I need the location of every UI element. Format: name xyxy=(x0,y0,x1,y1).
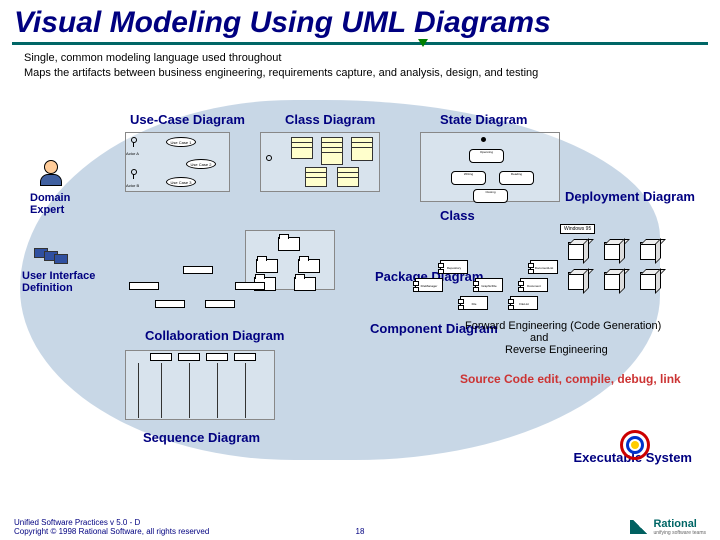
actor-b-label: Actor B xyxy=(126,183,139,188)
lifeline-head xyxy=(150,353,172,361)
node-cube-icon xyxy=(568,272,586,290)
node-cube-icon xyxy=(640,242,658,260)
diagram-canvas: Use-Case Diagram Class Diagram State Dia… xyxy=(0,100,720,500)
usecase-ellipse: Use Case 1 xyxy=(166,137,196,147)
rational-logo: Rational unifying software teams xyxy=(630,518,706,536)
footer-line1: Unified Software Practices v 5.0 - D xyxy=(14,518,209,527)
logo-brand: Rational xyxy=(653,518,696,530)
usecase-ellipse: Use Case 2 xyxy=(186,159,216,169)
component-box: FileList xyxy=(510,296,538,310)
label-source-edit: Source Code edit, compile, debug, link xyxy=(460,372,681,386)
slide-footer: Unified Software Practices v 5.0 - D Cop… xyxy=(0,518,720,536)
title-underline xyxy=(12,42,708,45)
label-usecase: Use-Case Diagram xyxy=(130,112,245,127)
folder-icon xyxy=(298,259,320,273)
label-sequence: Sequence Diagram xyxy=(143,430,260,445)
class-diagram-mini xyxy=(260,132,380,192)
state-diagram-mini: Openning Writing Reading Closing xyxy=(420,132,560,202)
subtitle-line2: Maps the artifacts between business engi… xyxy=(24,67,538,79)
component-box: Document xyxy=(520,278,548,292)
label-domain-expert: Domain Expert xyxy=(30,192,80,216)
node-cube-icon xyxy=(640,272,658,290)
label-reverse-engineering: Reverse Engineering xyxy=(505,344,608,356)
lifeline-head xyxy=(234,353,256,361)
folder-icon xyxy=(294,277,316,291)
lifeline-head xyxy=(206,353,228,361)
domain-expert-icon xyxy=(36,160,66,190)
label-forward-engineering: Forward Engineering (Code Generation) xyxy=(465,320,661,332)
folder-icon xyxy=(278,237,300,251)
usecase-diagram-mini: Actor A Actor B Use Case 1 Use Case 2 Us… xyxy=(125,132,230,192)
node-cube-icon xyxy=(604,242,622,260)
label-and: and xyxy=(530,332,548,344)
sequence-diagram-mini xyxy=(125,350,275,420)
state-box: Writing xyxy=(451,171,486,185)
component-diagram-mini: Repository DocumentList FileManager Grap… xyxy=(420,260,580,310)
node-cube-icon xyxy=(568,242,586,260)
usecase-ellipse: Use Case 3 xyxy=(166,177,196,187)
lifeline-head xyxy=(178,353,200,361)
label-class: Class Diagram xyxy=(285,112,375,127)
component-box: File xyxy=(460,296,488,310)
logo-mark-icon xyxy=(630,520,650,534)
subtitle-line1: Single, common modeling language used th… xyxy=(24,52,281,64)
state-box: Reading xyxy=(499,171,534,185)
component-box: DocumentList xyxy=(530,260,558,274)
label-class-2: Class xyxy=(440,208,475,223)
label-state: State Diagram xyxy=(440,112,527,127)
collab-node xyxy=(155,300,185,308)
actor-a-label: Actor A xyxy=(126,151,139,156)
ui-screens-icon xyxy=(34,245,64,263)
footer-copyright: Unified Software Practices v 5.0 - D Cop… xyxy=(14,518,209,536)
component-box: Repository xyxy=(440,260,468,274)
slide-title: Visual Modeling Using UML Diagrams xyxy=(0,0,720,42)
collab-node xyxy=(205,300,235,308)
label-collaboration: Collaboration Diagram xyxy=(145,328,284,343)
page-number: 18 xyxy=(356,527,365,536)
state-box: Closing xyxy=(473,189,508,203)
slide-subtitle: Single, common modeling language used th… xyxy=(0,47,720,89)
target-icon xyxy=(620,430,650,460)
collab-node xyxy=(129,282,159,290)
actor-icon xyxy=(130,169,138,183)
node-cube-icon xyxy=(604,272,622,290)
state-box: Openning xyxy=(469,149,504,163)
label-ui-definition: User Interface Definition xyxy=(22,270,102,294)
actor-icon xyxy=(130,137,138,151)
collab-node xyxy=(183,266,213,274)
collaboration-diagram-mini xyxy=(125,260,275,320)
deployment-diagram-mini: Windows 95 xyxy=(560,230,680,300)
logo-tagline: unifying software teams xyxy=(653,530,706,536)
component-box: FileManager xyxy=(415,278,443,292)
footer-line2: Copyright © 1998 Rational Software, all … xyxy=(14,527,209,536)
label-deployment: Deployment Diagram xyxy=(565,190,695,204)
component-box: GraphicFile xyxy=(475,278,503,292)
collab-node xyxy=(235,282,265,290)
deploy-title: Windows 95 xyxy=(560,224,595,234)
actor-icon xyxy=(265,155,273,169)
